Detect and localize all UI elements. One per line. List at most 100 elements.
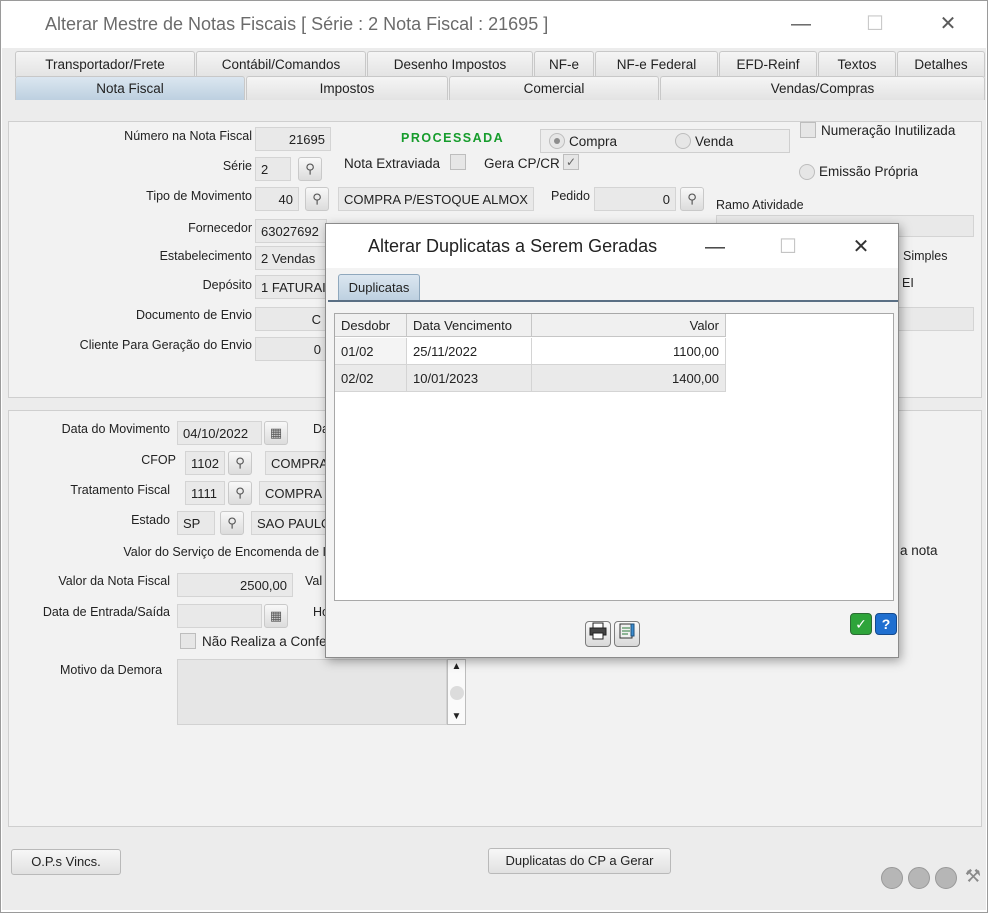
tab-contabil[interactable]: Contábil/Comandos bbox=[196, 51, 366, 77]
scroll-thumb[interactable] bbox=[449, 686, 464, 700]
tratamento-desc: COMPRA F bbox=[259, 481, 327, 505]
fornecedor-label: Fornecedor bbox=[188, 221, 252, 235]
serie-field[interactable]: 2 bbox=[255, 157, 291, 181]
dialog-maximize-button[interactable]: ☐ bbox=[774, 234, 802, 260]
duplicatas-grid: Desdobr Data Vencimento Valor 01/02 25/1… bbox=[334, 313, 894, 601]
mei-label: EI bbox=[902, 276, 914, 290]
gera-cpcr-label: Gera CP/CR bbox=[484, 156, 560, 171]
deposito-label: Depósito bbox=[202, 278, 252, 292]
scroll-down-icon[interactable]: ▼ bbox=[448, 710, 465, 724]
help-icon[interactable]: ? bbox=[875, 613, 897, 635]
motivo-label: Motivo da Demora bbox=[60, 663, 163, 677]
tratamento-lookup-icon[interactable]: ⚲ bbox=[228, 481, 252, 505]
tab-impostos[interactable]: Impostos bbox=[246, 76, 448, 100]
cfop-field[interactable]: 1102 bbox=[185, 451, 225, 475]
print-icon[interactable] bbox=[585, 621, 611, 647]
col-valor[interactable]: Valor bbox=[532, 314, 726, 337]
tab-nfe-federal[interactable]: NF-e Federal bbox=[595, 51, 718, 77]
data-mov-label: Data do Movimento bbox=[61, 422, 170, 436]
dialog-close-button[interactable]: ✕ bbox=[847, 234, 875, 260]
row1-vencimento[interactable]: 25/11/2022 bbox=[407, 338, 532, 365]
cliente-envio-label: Cliente Para Geração do Envio bbox=[79, 338, 252, 352]
cfop-lookup-icon[interactable]: ⚲ bbox=[228, 451, 252, 475]
tipo-mov-label: Tipo de Movimento bbox=[146, 189, 252, 203]
fornecedor-field[interactable]: 63027692 bbox=[255, 219, 327, 243]
row2-desdobr[interactable]: 02/02 bbox=[335, 365, 407, 392]
minimize-button[interactable]: — bbox=[786, 10, 816, 38]
dialog-minimize-button[interactable]: — bbox=[701, 234, 729, 260]
ramo-label: Ramo Atividade bbox=[716, 198, 804, 212]
check-icon[interactable]: ✓ bbox=[850, 613, 872, 635]
wrench-icon[interactable]: ⚒ bbox=[962, 866, 984, 890]
tipo-mov-desc: COMPRA P/ESTOQUE ALMOX bbox=[338, 187, 534, 211]
tab-nfe[interactable]: NF-e bbox=[534, 51, 594, 77]
pedido-field[interactable]: 0 bbox=[594, 187, 676, 211]
valor-nf-field[interactable]: 2500,00 bbox=[177, 573, 293, 597]
edit-icon[interactable] bbox=[614, 621, 640, 647]
status-circle-1[interactable] bbox=[881, 867, 903, 889]
doc-envio-extra-field bbox=[898, 307, 974, 331]
motivo-scrollbar[interactable]: ▲ ▼ bbox=[447, 659, 466, 725]
cliente-envio-field[interactable]: 0 bbox=[255, 337, 327, 361]
tratamento-field[interactable]: 1111 bbox=[185, 481, 225, 505]
nao-realiza-checkbox[interactable] bbox=[180, 633, 196, 649]
val-label: Val bbox=[305, 574, 323, 588]
window-title: Alterar Mestre de Notas Fiscais [ Série … bbox=[45, 14, 549, 34]
valor-nf-label: Valor da Nota Fiscal bbox=[58, 574, 170, 588]
tab-underline bbox=[328, 300, 898, 302]
row1-desdobr[interactable]: 01/02 bbox=[335, 338, 407, 365]
maximize-button[interactable]: ☐ bbox=[860, 10, 890, 38]
tab-vendas-compras[interactable]: Vendas/Compras bbox=[660, 76, 985, 100]
estabelecimento-field[interactable]: 2 Vendas bbox=[255, 246, 327, 270]
col-vencimento[interactable]: Data Vencimento bbox=[407, 314, 532, 337]
status-circle-3[interactable] bbox=[935, 867, 957, 889]
tab-duplicatas[interactable]: Duplicatas bbox=[338, 274, 420, 300]
deposito-field[interactable]: 1 FATURAI bbox=[255, 275, 327, 299]
dialog-title: Alterar Duplicatas a Serem Geradas bbox=[368, 236, 658, 256]
duplicatas-cp-button[interactable]: Duplicatas do CP a Gerar bbox=[488, 848, 671, 874]
data-mov-field[interactable]: 04/10/2022 bbox=[177, 421, 262, 445]
ops-vincs-button[interactable]: O.P.s Vincs. bbox=[11, 849, 121, 875]
tab-transportador[interactable]: Transportador/Frete bbox=[15, 51, 195, 77]
motivo-textarea[interactable] bbox=[177, 659, 447, 725]
row2-vencimento[interactable]: 10/01/2023 bbox=[407, 365, 532, 392]
duplicatas-dialog: Alterar Duplicatas a Serem Geradas — ☐ ✕… bbox=[325, 223, 899, 658]
calendar-icon[interactable]: ▦ bbox=[264, 421, 288, 445]
data-entrada-field[interactable] bbox=[177, 604, 262, 628]
tab-nota-fiscal[interactable]: Nota Fiscal bbox=[15, 76, 245, 100]
tab-desenho-impostos[interactable]: Desenho Impostos bbox=[367, 51, 533, 77]
numeracao-label: Numeração Inutilizada bbox=[821, 123, 956, 138]
emissao-radio[interactable] bbox=[799, 164, 815, 180]
close-button[interactable]: ✕ bbox=[933, 10, 963, 38]
status-badge: PROCESSADA bbox=[401, 131, 505, 145]
doc-envio-field[interactable]: C bbox=[255, 307, 327, 331]
pedido-lookup-icon[interactable]: ⚲ bbox=[680, 187, 704, 211]
tab-efd-reinf[interactable]: EFD-Reinf bbox=[719, 51, 817, 77]
scroll-up-icon[interactable]: ▲ bbox=[448, 660, 465, 674]
row2-valor[interactable]: 1400,00 bbox=[532, 365, 726, 392]
tab-textos[interactable]: Textos bbox=[818, 51, 896, 77]
numero-field[interactable]: 21695 bbox=[255, 127, 331, 151]
a-nota-label: a nota bbox=[900, 543, 938, 558]
estado-lookup-icon[interactable]: ⚲ bbox=[220, 511, 244, 535]
gera-cpcr-checkbox[interactable]: ✓ bbox=[563, 154, 579, 170]
extraviada-checkbox[interactable] bbox=[450, 154, 466, 170]
row1-valor[interactable]: 1100,00 bbox=[532, 338, 726, 365]
data-entrada-label: Data de Entrada/Saída bbox=[42, 605, 170, 619]
status-circle-2[interactable] bbox=[908, 867, 930, 889]
emissao-label: Emissão Própria bbox=[819, 164, 919, 179]
tab-detalhes[interactable]: Detalhes bbox=[897, 51, 985, 77]
estado-desc: SAO PAULO bbox=[251, 511, 327, 535]
numeracao-checkbox[interactable] bbox=[800, 122, 816, 138]
estado-field[interactable]: SP bbox=[177, 511, 215, 535]
tipo-mov-field[interactable]: 40 bbox=[255, 187, 299, 211]
compra-radio[interactable] bbox=[549, 133, 565, 149]
tab-comercial[interactable]: Comercial bbox=[449, 76, 659, 100]
col-desdobr[interactable]: Desdobr bbox=[335, 314, 407, 337]
venda-radio[interactable] bbox=[675, 133, 691, 149]
serie-lookup-icon[interactable]: ⚲ bbox=[298, 157, 322, 181]
estabelecimento-label: Estabelecimento bbox=[159, 249, 252, 263]
calendar-entrada-icon[interactable]: ▦ bbox=[264, 604, 288, 628]
simples-label: Simples bbox=[903, 249, 948, 263]
tipo-mov-lookup-icon[interactable]: ⚲ bbox=[305, 187, 329, 211]
